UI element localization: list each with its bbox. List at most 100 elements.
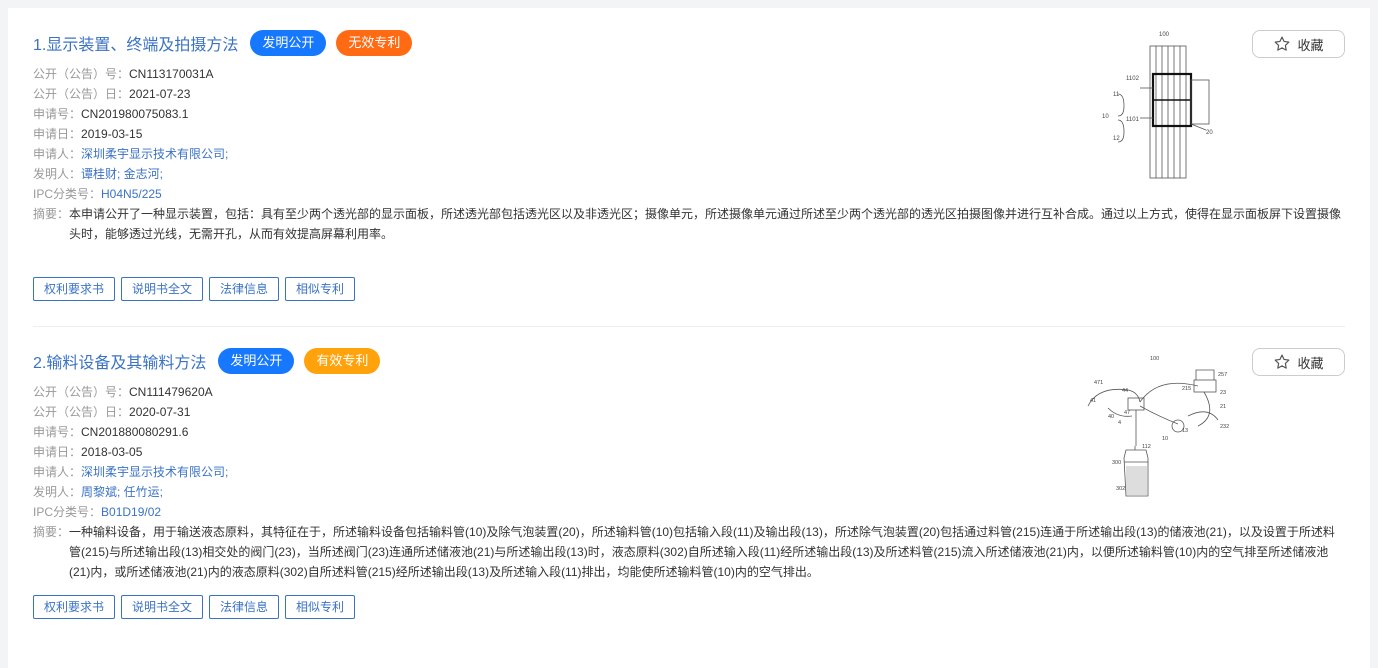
drawing-label: 1102 (1126, 76, 1140, 82)
result-actions: 权利要求书 说明书全文 法律信息 相似专利 (33, 595, 356, 619)
patent-title: 显示装置、终端及拍摄方法 (46, 37, 239, 54)
field-label: 公开（公告）号： (33, 67, 130, 81)
application-number-row: 申请号：CN201980075083.1 (33, 104, 1073, 124)
publication-number-row: 公开（公告）号：CN113170031A (33, 64, 1073, 84)
field-label: 申请日： (33, 445, 82, 459)
patent-type-badge: 发明公开 (218, 348, 295, 374)
applicant-row: 申请人：深圳柔宇显示技术有限公司; (33, 462, 1073, 482)
result-actions: 权利要求书 说明书全文 法律信息 相似专利 (33, 277, 356, 301)
patent-fields: 公开（公告）号：CN111479620A 公开（公告）日：2020-07-31 … (33, 382, 1335, 582)
field-label: 申请号： (33, 425, 82, 439)
patent-type-badge: 发明公开 (250, 30, 327, 56)
drawing-label: 10 (1102, 114, 1109, 120)
patent-title-link[interactable]: 2.输料设备及其输料方法 (33, 349, 206, 373)
publication-date-row: 公开（公告）日：2021-07-23 (33, 84, 1073, 104)
drawing-label: 257 (1218, 372, 1227, 378)
claims-button[interactable]: 权利要求书 (33, 277, 116, 301)
ipc-link[interactable]: H04N5/225 (101, 187, 162, 201)
publication-number-row: 公开（公告）号：CN111479620A (33, 382, 1073, 402)
drawing-label: 12 (1113, 136, 1120, 142)
patent-drawing-thumbnail[interactable]: 100 1102 11 10 1101 12 20 (1078, 28, 1238, 198)
full-text-button[interactable]: 说明书全文 (121, 595, 204, 619)
drawing-label: 23 (1220, 390, 1226, 396)
drawing-label: 302 (1116, 486, 1125, 492)
inventor-links[interactable]: 周黎斌; 任竹运; (81, 485, 163, 499)
field-label: IPC分类号： (33, 505, 102, 519)
patent-fields: 公开（公告）号：CN113170031A 公开（公告）日：2021-07-23 … (33, 64, 1341, 244)
patent-status-badge: 有效专利 (304, 348, 381, 374)
drawing-label: 41 (1090, 398, 1096, 404)
drawing-label: 112 (1142, 444, 1151, 450)
star-icon (1275, 354, 1290, 369)
drawing-label: 471 (1094, 380, 1103, 386)
ipc-link[interactable]: B01D19/02 (101, 505, 161, 519)
field-label: 申请人： (33, 465, 82, 479)
result-index: 2. (33, 355, 47, 372)
drawing-label: 47 (1124, 410, 1130, 416)
favorite-button[interactable]: 收藏 (1252, 30, 1345, 58)
patent-title-link[interactable]: 1.显示装置、终端及拍摄方法 (33, 31, 238, 55)
drawing-label: 100 (1159, 32, 1170, 38)
results-panel: 1.显示装置、终端及拍摄方法 发明公开 无效专利 公开（公告）号：CN11317… (8, 8, 1370, 668)
drawing-label: 44 (1122, 388, 1128, 394)
publication-date: 2020-07-31 (129, 405, 191, 419)
drawing-label: 11 (1113, 92, 1120, 98)
legal-info-button[interactable]: 法律信息 (209, 277, 280, 301)
applicant-link[interactable]: 深圳柔宇显示技术有限公司; (81, 147, 228, 161)
drawing-label: 13 (1182, 428, 1188, 434)
patent-status-badge: 无效专利 (336, 30, 413, 56)
patent-result-2: 2.输料设备及其输料方法 发明公开 有效专利 公开（公告）号：CN1114796… (33, 346, 1345, 646)
inventor-links[interactable]: 谭桂财; 金志河; (81, 167, 163, 181)
ipc-row: IPC分类号：B01D19/02 (33, 502, 1073, 522)
publication-number: CN111479620A (129, 385, 213, 399)
display-device-drawing: 100 1102 11 10 1101 12 20 (1102, 32, 1213, 179)
field-label: 发明人： (33, 167, 82, 181)
legal-info-button[interactable]: 法律信息 (209, 595, 280, 619)
patent-title: 输料设备及其输料方法 (46, 355, 207, 372)
abstract-label: 摘要： (33, 525, 70, 539)
drawing-label: 21 (1220, 404, 1226, 410)
field-label: 公开（公告）日： (33, 405, 130, 419)
drawing-label: 10 (1162, 436, 1168, 442)
similar-patents-button[interactable]: 相似专利 (285, 277, 356, 301)
favorite-label: 收藏 (1297, 355, 1324, 371)
abstract-row: 摘要： 一种输料设备，用于输送液态原料，其特征在于，所述输料设备包括输料管(10)… (33, 522, 1345, 582)
applicant-link[interactable]: 深圳柔宇显示技术有限公司; (81, 465, 228, 479)
drawing-label: 215 (1182, 386, 1191, 392)
field-label: 公开（公告）号： (33, 385, 130, 399)
favorite-button[interactable]: 收藏 (1252, 348, 1345, 376)
result-title-row: 1.显示装置、终端及拍摄方法 发明公开 无效专利 (33, 28, 422, 58)
result-title-row: 2.输料设备及其输料方法 发明公开 有效专利 (33, 346, 390, 376)
field-label: 申请人： (33, 147, 82, 161)
drawing-label: 4 (1118, 420, 1121, 426)
drawing-label: 40 (1108, 414, 1114, 420)
application-number: CN201880080291.6 (81, 425, 189, 439)
publication-number: CN113170031A (129, 67, 214, 81)
abstract-label: 摘要： (33, 207, 70, 221)
field-label: IPC分类号： (33, 187, 102, 201)
claims-button[interactable]: 权利要求书 (33, 595, 116, 619)
drawing-label: 100 (1150, 356, 1159, 362)
application-number-row: 申请号：CN201880080291.6 (33, 422, 1073, 442)
application-date-row: 申请日：2018-03-05 (33, 442, 1073, 462)
feeding-device-drawing: 100 471 41 44 40 4 47 112 300 302 215 25… (1087, 356, 1229, 497)
drawing-label: 20 (1206, 130, 1213, 136)
abstract-text: 本申请公开了一种显示装置，包括：具有至少两个透光部的显示面板，所述透光部包括透光… (69, 207, 1342, 241)
application-date-row: 申请日：2019-03-15 (33, 124, 1073, 144)
patent-drawing-thumbnail[interactable]: 100 471 41 44 40 4 47 112 300 302 215 25… (1078, 346, 1238, 516)
inventor-row: 发明人：周黎斌; 任竹运; (33, 482, 1073, 502)
similar-patents-button[interactable]: 相似专利 (285, 595, 356, 619)
patent-result-1: 1.显示装置、终端及拍摄方法 发明公开 无效专利 公开（公告）号：CN11317… (33, 28, 1345, 326)
field-label: 申请号： (33, 107, 82, 121)
result-index: 1. (33, 37, 47, 54)
favorite-label: 收藏 (1297, 37, 1324, 53)
drawing-label: 1101 (1126, 117, 1140, 123)
inventor-row: 发明人：谭桂财; 金志河; (33, 164, 1073, 184)
field-label: 申请日： (33, 127, 82, 141)
drawing-label: 300 (1112, 460, 1121, 466)
field-label: 发明人： (33, 485, 82, 499)
publication-date-row: 公开（公告）日：2020-07-31 (33, 402, 1073, 422)
applicant-row: 申请人：深圳柔宇显示技术有限公司; (33, 144, 1073, 164)
star-icon (1275, 36, 1290, 51)
full-text-button[interactable]: 说明书全文 (121, 277, 204, 301)
